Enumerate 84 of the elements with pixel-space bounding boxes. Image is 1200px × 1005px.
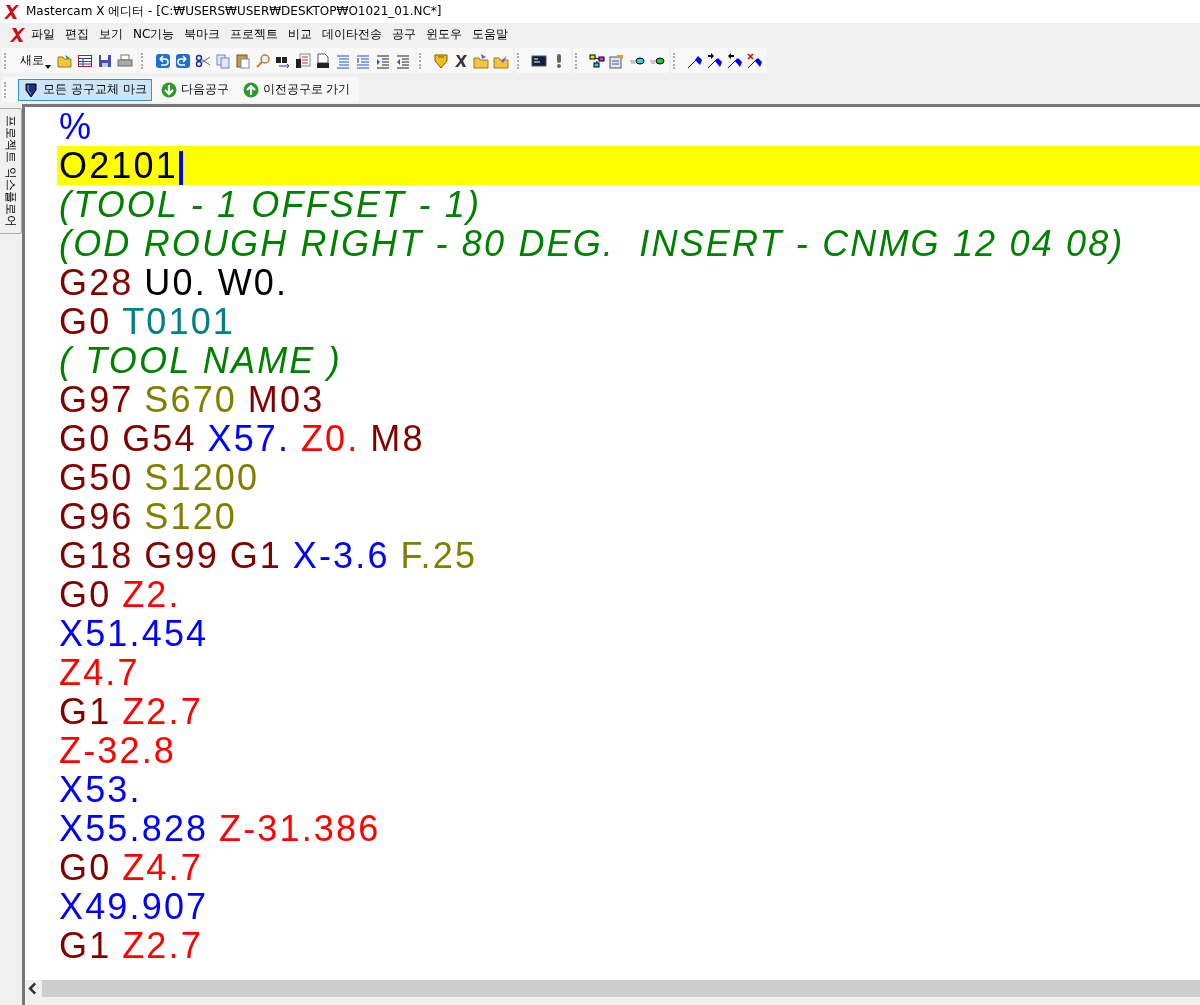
shield-icon[interactable] <box>433 52 449 69</box>
tool-button[interactable]: 이전공구로 가기 <box>237 78 356 101</box>
menu-item[interactable]: 보기 <box>94 24 128 45</box>
code-token: Z-31.386 <box>219 808 381 849</box>
code-token: Z2.7 <box>122 925 203 966</box>
code-token: % <box>59 107 94 147</box>
code-token: G1 <box>59 925 112 966</box>
flag-icon[interactable] <box>727 52 743 69</box>
menu-item[interactable]: 파일 <box>26 24 60 45</box>
up-arrow-icon <box>242 81 259 98</box>
menu-item[interactable]: 도움말 <box>467 24 514 45</box>
menu-item[interactable]: 공구 <box>387 24 422 45</box>
code-token: G99 <box>144 535 219 576</box>
code-token: Z-32.8 <box>59 730 176 771</box>
x-logo-icon <box>4 3 20 20</box>
printer-icon[interactable] <box>117 52 133 69</box>
menu-item[interactable]: 북마크 <box>179 24 226 45</box>
shield-icon <box>23 81 39 98</box>
new-dropdown-button[interactable]: 새로 <box>18 52 53 69</box>
caret-icon <box>45 65 51 69</box>
code-token: G1 <box>59 691 112 732</box>
code-token: G18 <box>59 535 134 576</box>
code-token: X55.828 <box>59 808 209 849</box>
down-arrow-icon <box>160 81 177 98</box>
paste-icon[interactable] <box>235 52 251 69</box>
flag-icon[interactable] <box>747 52 763 69</box>
code-token: M03 <box>247 379 325 420</box>
code-token: U0. <box>144 262 207 303</box>
code-token: M8 <box>370 418 425 459</box>
code-token: S670 <box>144 379 238 420</box>
redo-icon[interactable] <box>175 52 191 69</box>
code-comment: ( TOOL NAME ) <box>59 340 342 381</box>
x-logo-icon[interactable] <box>453 52 469 69</box>
project-explorer-tab[interactable]: 프로젝트 익스플로어 <box>0 108 22 234</box>
code-token: W0. <box>217 262 289 303</box>
menu-item[interactable]: 프로젝트 <box>225 24 284 45</box>
code-token: G54 <box>122 418 197 459</box>
terminal-icon[interactable] <box>531 52 547 69</box>
code-token: Z4.7 <box>59 652 140 693</box>
window-title: Mastercam X 에디터 - [C:₩USERS₩USER₩DESKTOP₩O1021_01.NC*] <box>26 3 442 20</box>
indent-icon[interactable] <box>375 52 391 69</box>
code-token: F.25 <box>400 535 478 576</box>
code-token: X49.907 <box>59 886 209 927</box>
code-comment: (TOOL - 1 OFFSET - 1) <box>59 184 482 225</box>
menu-item[interactable]: 비교 <box>283 24 318 45</box>
code-token: Z4.7 <box>122 847 203 888</box>
menu-item[interactable]: 편집 <box>60 24 94 45</box>
code-token: X57. <box>207 418 291 459</box>
code-token: Z0. <box>300 418 360 459</box>
outdent-icon[interactable] <box>395 52 411 69</box>
tool-button[interactable]: 모든 공구교체 마크 <box>18 78 152 101</box>
scroll-left-icon[interactable] <box>25 980 42 997</box>
code-token: Z2. <box>122 574 181 615</box>
text-cursor <box>178 151 183 186</box>
menu-item[interactable]: 윈도우 <box>421 24 468 45</box>
folder-icon[interactable] <box>473 52 489 69</box>
code-token: S1200 <box>144 457 260 498</box>
document-icon[interactable] <box>315 52 331 69</box>
code-token: O2101 <box>59 145 178 186</box>
menu-item[interactable]: NC기능 <box>128 24 180 45</box>
code-token: G0 <box>59 847 112 888</box>
code-token: G1 <box>229 535 282 576</box>
code-token: X-3.6 <box>292 535 390 576</box>
code-token: G50 <box>59 457 134 498</box>
code-token: X51.454 <box>59 613 209 654</box>
nodes-icon[interactable] <box>589 52 605 69</box>
code-token: X53. <box>59 769 142 810</box>
code-token: G0 <box>59 418 112 459</box>
code-token: G96 <box>59 496 134 537</box>
code-token: G0 <box>59 301 112 342</box>
undo-icon[interactable] <box>155 52 171 69</box>
code-token: G0 <box>59 574 112 615</box>
save-icon[interactable] <box>97 52 113 69</box>
scissors-icon[interactable] <box>195 52 211 69</box>
code-editor[interactable] <box>25 107 1200 980</box>
flag-icon[interactable] <box>707 52 723 69</box>
menu-item[interactable]: 데이타전송 <box>317 24 388 45</box>
table-icon[interactable] <box>77 52 93 69</box>
document-icon[interactable] <box>295 52 311 69</box>
tool-button[interactable]: 다음공구 <box>155 78 234 101</box>
code-token: Z2.7 <box>122 691 203 732</box>
lines-icon[interactable] <box>355 52 371 69</box>
code-token: S120 <box>144 496 238 537</box>
code-token: T0101 <box>122 301 236 342</box>
